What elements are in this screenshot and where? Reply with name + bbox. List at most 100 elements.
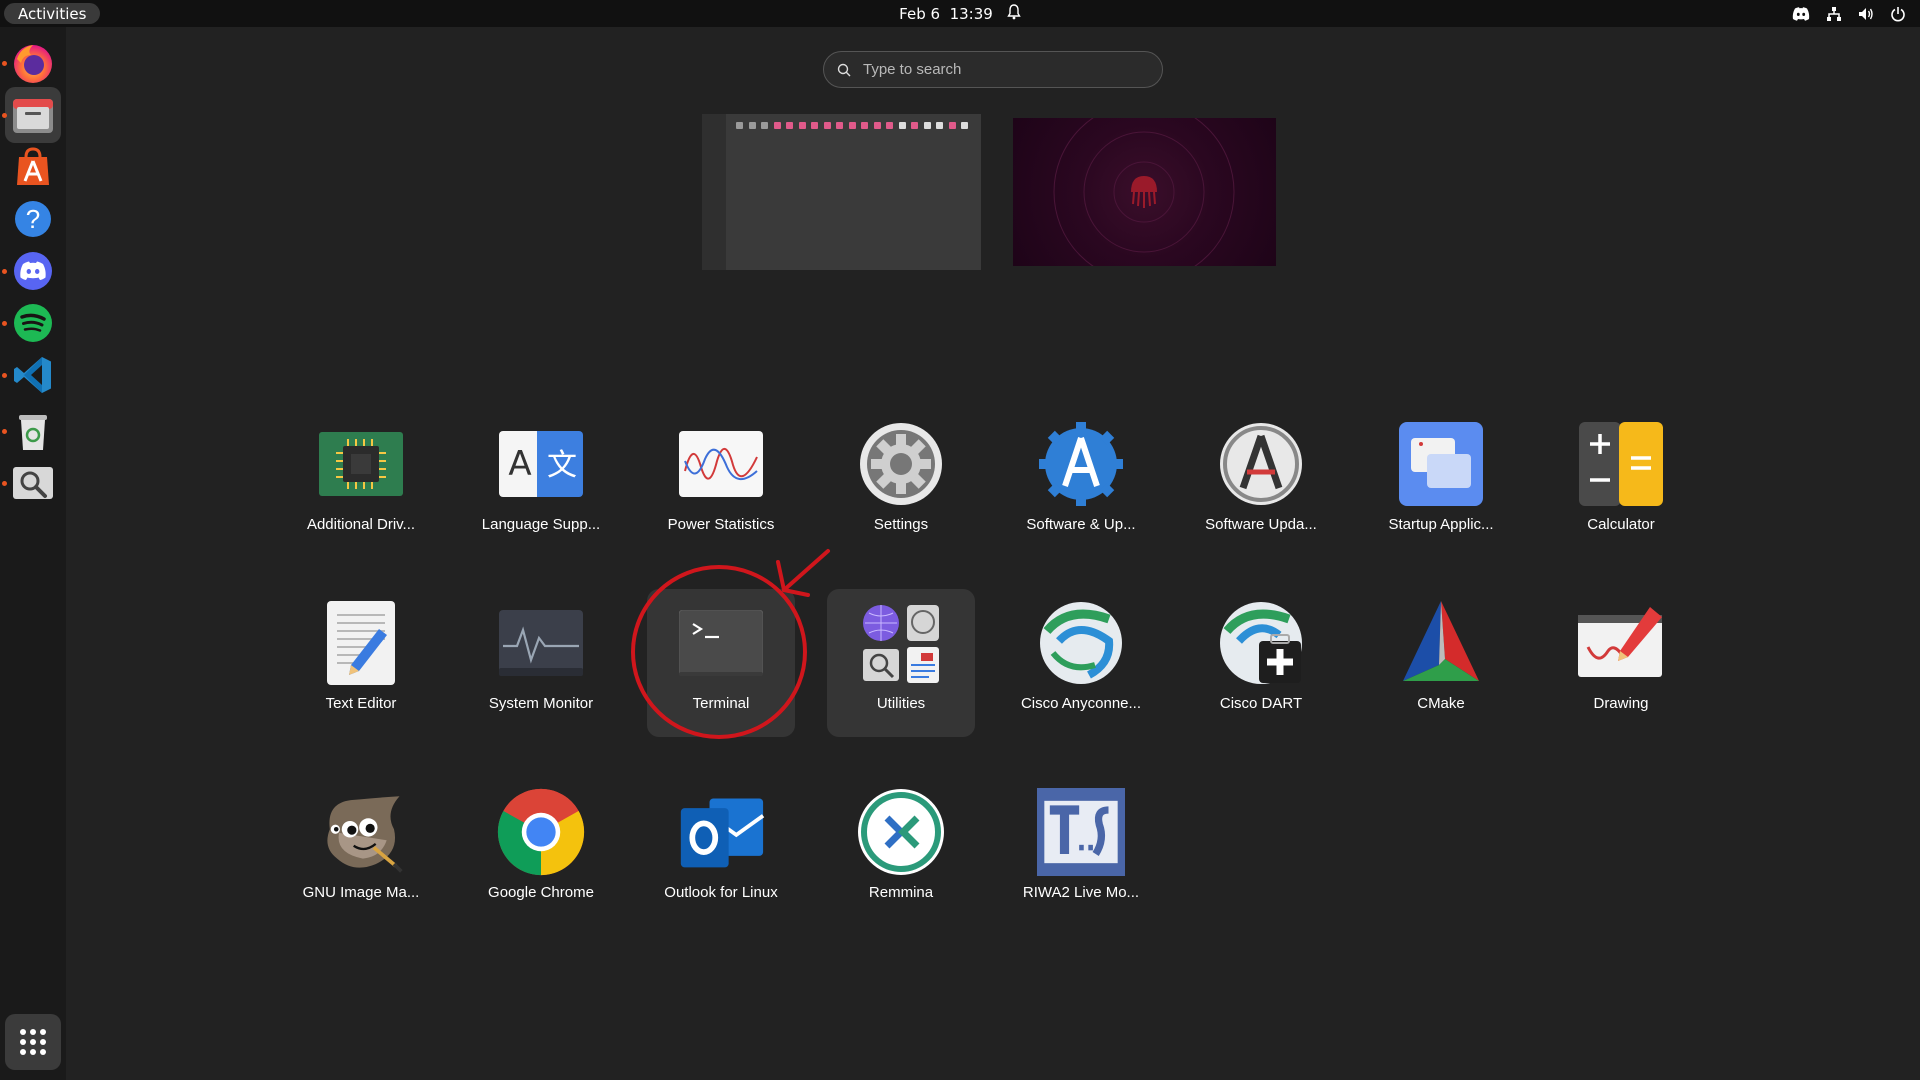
running-indicator: [2, 373, 7, 378]
chrome-icon: [497, 788, 585, 876]
outlook-icon: [680, 798, 765, 868]
app-remmina[interactable]: Remmina: [827, 778, 975, 926]
software-icon: [17, 147, 49, 185]
app-cisco-dart[interactable]: Cisco DART: [1187, 589, 1335, 737]
dock-item-software[interactable]: [5, 139, 61, 195]
clock-button[interactable]: Feb 6 13:39: [899, 5, 993, 23]
network-icon[interactable]: [1826, 6, 1842, 22]
thumbnail-file-icon: [798, 122, 806, 129]
app-settings[interactable]: Settings: [827, 410, 975, 558]
app-riwa2-live-monitor[interactable]: RIWA2 Live Mo...: [1007, 778, 1155, 926]
dock-item-firefox[interactable]: [2, 35, 61, 91]
app-label: Outlook for Linux: [664, 884, 778, 901]
cisco-dart-icon: [1220, 602, 1302, 684]
app-power-statistics[interactable]: Power Statistics: [647, 410, 795, 558]
workspace-window-sidebar: [702, 114, 726, 270]
app-startup-applications[interactable]: Startup Applic...: [1367, 410, 1515, 558]
chip-icon: [319, 432, 403, 496]
app-label: System Monitor: [488, 695, 594, 712]
cisco-icon: [1040, 602, 1122, 684]
thumbnail-file-icon: [786, 122, 793, 129]
dock-item-vscode[interactable]: [2, 347, 61, 403]
show-applications-button[interactable]: [5, 1014, 61, 1070]
search-input[interactable]: [863, 61, 1133, 78]
app-drawing[interactable]: Drawing: [1547, 589, 1695, 737]
firefox-icon: [14, 45, 52, 83]
thumbnail-file-icon: [811, 122, 818, 129]
system-monitor-icon: [499, 610, 583, 676]
thumbnail-file-icon: [836, 122, 843, 129]
svg-text:?: ?: [26, 204, 40, 234]
dock-item-help[interactable]: ?: [5, 191, 61, 247]
spotify-icon: [14, 304, 52, 342]
app-label: Startup Applic...: [1388, 516, 1494, 533]
folder-icon: [863, 605, 939, 683]
app-language-support[interactable]: A 文 Language Supp...: [467, 410, 615, 558]
notification-bell-icon[interactable]: [1007, 3, 1021, 24]
app-calculator[interactable]: Calculator: [1547, 410, 1695, 558]
remmina-icon: [858, 789, 944, 875]
app-label: CMake: [1417, 695, 1465, 712]
running-indicator: [2, 269, 7, 274]
app-outlook-for-linux[interactable]: Outlook for Linux: [647, 778, 795, 926]
app-label: Software Upda...: [1205, 516, 1317, 533]
app-software-updates[interactable]: Software & Up...: [1007, 410, 1155, 558]
running-indicator: [2, 429, 7, 434]
riwa-icon: [1037, 788, 1125, 876]
app-grid-icon: [20, 1029, 46, 1055]
power-icon[interactable]: [1890, 6, 1906, 22]
dock: ?: [0, 27, 66, 1080]
dock-item-image-viewer[interactable]: [2, 455, 61, 511]
running-indicator: [2, 61, 7, 66]
workspace-thumbnail-2[interactable]: [1013, 118, 1276, 266]
files-icon: [13, 99, 53, 133]
workspace-thumbnail-1[interactable]: [702, 114, 981, 270]
app-label: Settings: [873, 516, 929, 533]
system-tray: [1792, 0, 1906, 27]
terminal-icon: [679, 610, 763, 676]
app-cmake[interactable]: CMake: [1367, 589, 1515, 737]
app-text-editor[interactable]: Text Editor: [287, 589, 435, 737]
time: 13:39: [949, 4, 993, 23]
clock: Feb 6 13:39: [0, 0, 1920, 27]
app-label: Calculator: [1587, 516, 1655, 533]
thumbnail-file-icon: [761, 122, 768, 129]
dock-item-discord[interactable]: [2, 243, 61, 299]
dock-item-trash[interactable]: [2, 403, 61, 459]
app-google-chrome[interactable]: Google Chrome: [467, 778, 615, 926]
app-label: Cisco Anyconne...: [1020, 695, 1142, 712]
discord-tray-icon[interactable]: [1792, 6, 1810, 21]
app-label: Language Supp...: [481, 516, 601, 533]
dock-item-files[interactable]: [2, 87, 61, 143]
text-editor-icon: [327, 601, 395, 685]
volume-icon[interactable]: [1858, 6, 1874, 22]
gimp-icon: [327, 796, 403, 873]
vscode-icon: [14, 357, 51, 393]
thumbnail-file-icon: [773, 122, 781, 129]
app-cisco-anyconnect[interactable]: Cisco Anyconne...: [1007, 589, 1155, 737]
activities-button[interactable]: Activities: [4, 3, 101, 24]
app-label: Remmina: [868, 884, 934, 901]
app-terminal[interactable]: Terminal: [647, 589, 795, 737]
thumbnail-file-icon: [873, 122, 881, 129]
search-box[interactable]: [823, 51, 1163, 88]
dock-item-spotify[interactable]: [2, 295, 61, 351]
app-label: Power Statistics: [667, 516, 775, 533]
app-gimp[interactable]: GNU Image Ma...: [287, 778, 435, 926]
wallpaper: [1053, 118, 1235, 266]
app-label: Software & Up...: [1026, 516, 1136, 533]
trash-icon: [19, 415, 47, 450]
thumbnail-file-icon: [736, 122, 743, 129]
app-system-monitor[interactable]: System Monitor: [467, 589, 615, 737]
running-indicator: [2, 321, 7, 326]
app-software-updater[interactable]: Software Upda...: [1187, 410, 1335, 558]
app-label: Google Chrome: [488, 884, 594, 901]
app-additional-drivers[interactable]: Additional Driv...: [287, 410, 435, 558]
running-indicator: [2, 113, 7, 118]
thumbnail-file-icon: [961, 122, 968, 129]
app-label: Drawing: [1593, 695, 1649, 712]
app-folder-utilities[interactable]: Utilities: [827, 589, 975, 737]
calculator-icon: [1579, 422, 1663, 506]
app-label: Cisco DART: [1219, 695, 1303, 712]
software-sources-icon: [1039, 422, 1123, 506]
